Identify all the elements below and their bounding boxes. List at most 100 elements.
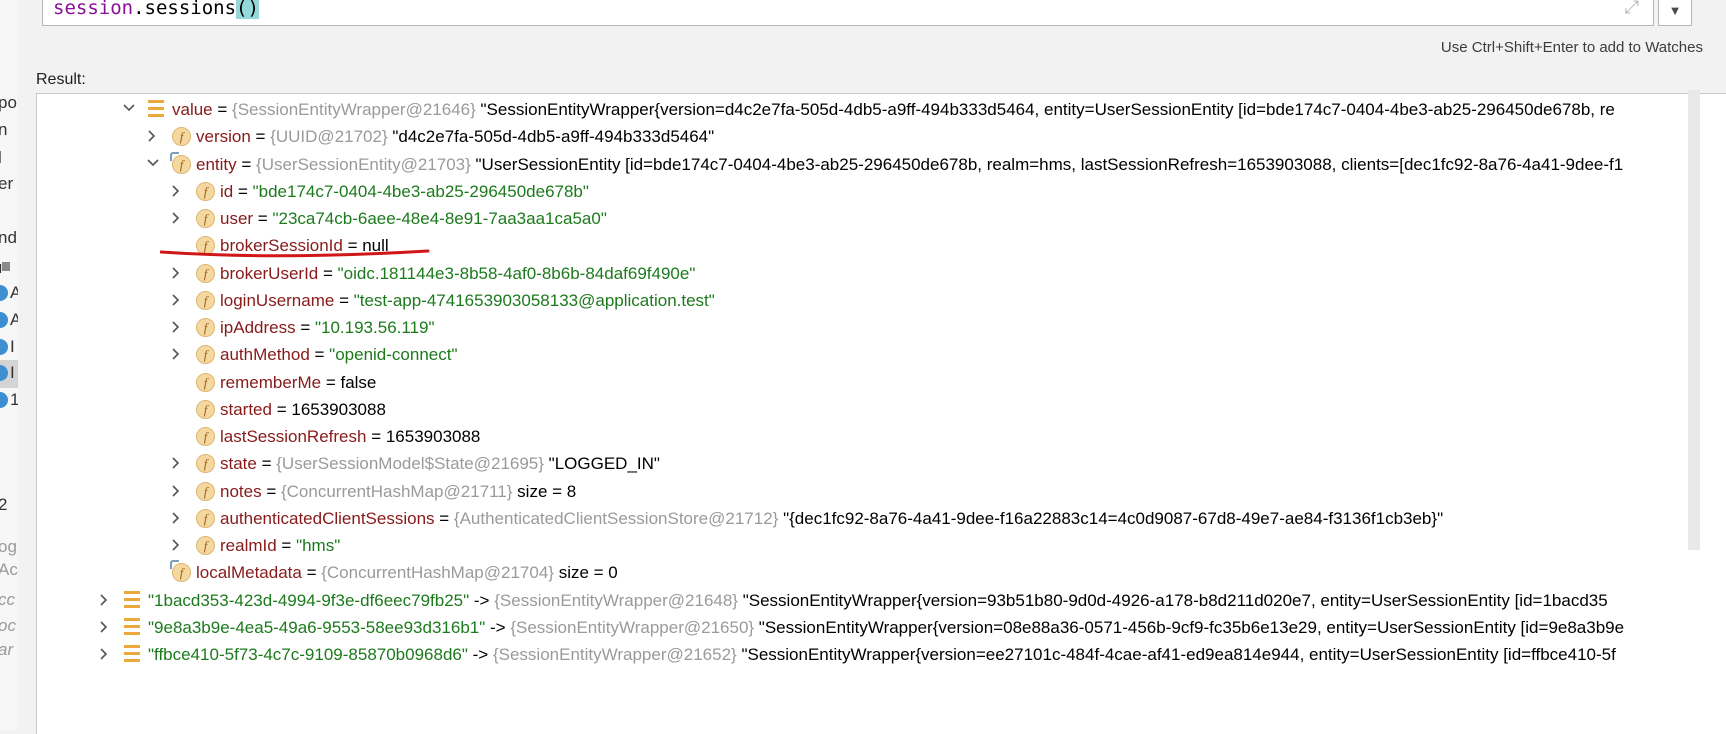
operator: = <box>334 290 354 310</box>
tree-row[interactable]: f version = {UUID@21702} "d4c2e7fa-505d-4… <box>37 123 1726 150</box>
tree-row[interactable]: f loginUsername = "test-app-4741653903058… <box>37 287 1726 314</box>
field-name: entity <box>196 154 237 174</box>
tree-row[interactable]: f id = "bde174c7-0404-4be3-ab25-296450de6… <box>37 178 1726 205</box>
left-text-fragment: I <box>10 363 15 382</box>
type-ref: {ConcurrentHashMap@21711} <box>280 481 513 501</box>
plain-value: 1653903088 <box>291 399 386 419</box>
expand-arrow-right-icon[interactable] <box>99 593 109 606</box>
field-name: user <box>220 209 254 228</box>
string-value: "hms" <box>296 536 341 555</box>
expand-arrow-right-icon[interactable] <box>171 457 181 469</box>
field-name: state <box>220 454 257 474</box>
tree-row-text: "9e8a3b9e-4ea5-49a6-9553-58ee93d316b1" -… <box>148 614 1624 641</box>
expand-arrow-right-icon[interactable] <box>147 130 157 142</box>
field-icon: f <box>170 560 191 583</box>
operator: = <box>434 508 454 528</box>
expand-arrow-right-icon[interactable] <box>171 512 181 524</box>
tree-row-text: version = {UUID@21702} "d4c2e7fa-505d-4d… <box>196 123 714 150</box>
field-name: localMetadata <box>196 563 302 583</box>
tree-row[interactable]: f state = {UserSessionModel$State@21695} … <box>37 450 1726 477</box>
field-name: realmId <box>220 536 277 555</box>
tree-row[interactable]: f entity = {UserSessionEntity@21703} "Use… <box>37 151 1726 178</box>
field-name: brokerUserId <box>220 263 319 283</box>
expand-arrow-right-icon[interactable] <box>171 484 181 497</box>
vertical-scrollbar[interactable] <box>1688 90 1700 550</box>
tree-row[interactable]: f localMetadata = {ConcurrentHashMap@2170… <box>37 559 1726 586</box>
field-name: rememberMe <box>220 372 322 392</box>
expression-text[interactable]: session.sessions() <box>53 0 259 19</box>
left-square-icon <box>2 262 10 271</box>
field-icon: f <box>196 508 215 528</box>
expand-icon[interactable]: ⤢ <box>1625 0 1639 18</box>
expression-history-dropdown-button[interactable]: ▼ <box>1658 0 1692 26</box>
operator: -> <box>485 617 511 637</box>
type-ref: {ConcurrentHashMap@21704} <box>321 563 554 583</box>
field-name: started <box>220 399 272 419</box>
list-entry-icon <box>124 590 140 608</box>
field-name: authenticatedClientSessions <box>220 508 435 528</box>
value-text: "LOGGED_IN" <box>543 454 660 474</box>
expand-arrow-right-icon[interactable] <box>171 212 181 224</box>
field-name: authMethod <box>220 345 310 365</box>
tree-row[interactable]: f lastSessionRefresh = 1653903088 <box>37 423 1726 450</box>
expand-arrow-right-icon[interactable] <box>171 321 181 333</box>
expand-arrow-right-icon[interactable] <box>99 621 109 633</box>
tree-row[interactable]: "9e8a3b9e-4ea5-49a6-9553-58ee93d316b1" -… <box>37 614 1726 641</box>
expand-arrow-down-icon[interactable] <box>147 158 159 168</box>
expand-arrow-right-icon[interactable] <box>171 348 181 360</box>
field-name: id <box>220 181 234 201</box>
tree-row-text: rememberMe = false <box>220 369 376 396</box>
expand-arrow-down-icon[interactable] <box>123 103 135 113</box>
field-icon: f <box>170 151 191 174</box>
left-text-fragment: ı <box>0 258 3 278</box>
field-icon: f <box>196 290 215 310</box>
tree-row[interactable]: f notes = {ConcurrentHashMap@21711} size … <box>37 478 1726 505</box>
operator: = <box>233 181 253 201</box>
tree-row[interactable]: f user = "23ca74cb-6aee-48e4-8e91-7aa3aa1… <box>37 205 1726 232</box>
field-icon: f <box>196 181 215 201</box>
field-icon: f <box>196 427 215 446</box>
tree-row[interactable]: f started = 1653903088 <box>37 396 1726 423</box>
expression-input[interactable]: session.sessions() ⤢ <box>42 0 1654 26</box>
expand-arrow-right-icon[interactable] <box>99 648 109 660</box>
left-text-fragment: po <box>0 93 17 112</box>
value-text: size = 8 <box>512 481 577 501</box>
tree-row-text: authenticatedClientSessions = {Authentic… <box>220 505 1443 532</box>
expand-arrow-right-icon[interactable] <box>171 539 181 551</box>
value-text: "SessionEntityWrapper{version=ee27101c-4… <box>736 645 1616 664</box>
tree-row[interactable]: "1bacd353-423d-4994-9f3e-df6eec79fb25" -… <box>37 587 1726 614</box>
left-text-fragment: I <box>10 337 15 356</box>
tree-row[interactable]: value = {SessionEntityWrapper@21646} "Se… <box>37 96 1726 123</box>
expression-object: session <box>53 0 134 19</box>
result-label: Result: <box>36 71 86 88</box>
field-name: notes <box>220 481 262 501</box>
tree-row[interactable]: f realmId = "hms" <box>37 532 1726 559</box>
tree-row-text: value = {SessionEntityWrapper@21646} "Se… <box>172 96 1615 123</box>
string-value: "10.193.56.119" <box>314 318 435 337</box>
expand-arrow-right-icon[interactable] <box>171 266 181 279</box>
value-text: size = 0 <box>553 563 618 583</box>
expand-arrow-right-icon[interactable] <box>171 294 181 306</box>
tree-row[interactable]: f ipAddress = "10.193.56.119" <box>37 314 1726 341</box>
left-text-fragment: cc <box>0 590 15 609</box>
field-name: value <box>172 100 213 119</box>
left-text-fragment: oc <box>0 616 16 635</box>
field-name: version <box>196 127 251 147</box>
expand-arrow-right-icon[interactable] <box>171 185 181 197</box>
tree-row[interactable]: "ffbce410-5f73-4c7c-9109-85870b0968d6" -… <box>37 641 1726 668</box>
field-name: loginUsername <box>220 290 335 310</box>
operator: -> <box>469 590 495 610</box>
tree-row-text: state = {UserSessionModel$State@21695} "… <box>220 450 660 477</box>
operator: = <box>256 454 277 474</box>
type-ref: {AuthenticatedClientSessionStore@21712} <box>453 508 779 528</box>
field-icon: f <box>172 127 191 147</box>
tree-row-text: started = 1653903088 <box>220 396 386 423</box>
evaluate-expression-dialog: session.sessions() ⤢ ▼ Use Ctrl+Shift+En… <box>18 0 1726 734</box>
tree-row[interactable]: f authenticatedClientSessions = {Authenti… <box>37 505 1726 532</box>
type-ref: {UserSessionEntity@21703} <box>256 154 471 174</box>
type-ref: {UserSessionModel$State@21695} <box>276 454 544 474</box>
tree-row-text: authMethod = "openid-connect" <box>220 341 458 368</box>
tree-row[interactable]: f authMethod = "openid-connect" <box>37 341 1726 368</box>
tree-row[interactable]: f brokerUserId = "oidc.181144e3-8b58-4af0… <box>37 260 1726 287</box>
tree-row[interactable]: f rememberMe = false <box>37 369 1726 396</box>
